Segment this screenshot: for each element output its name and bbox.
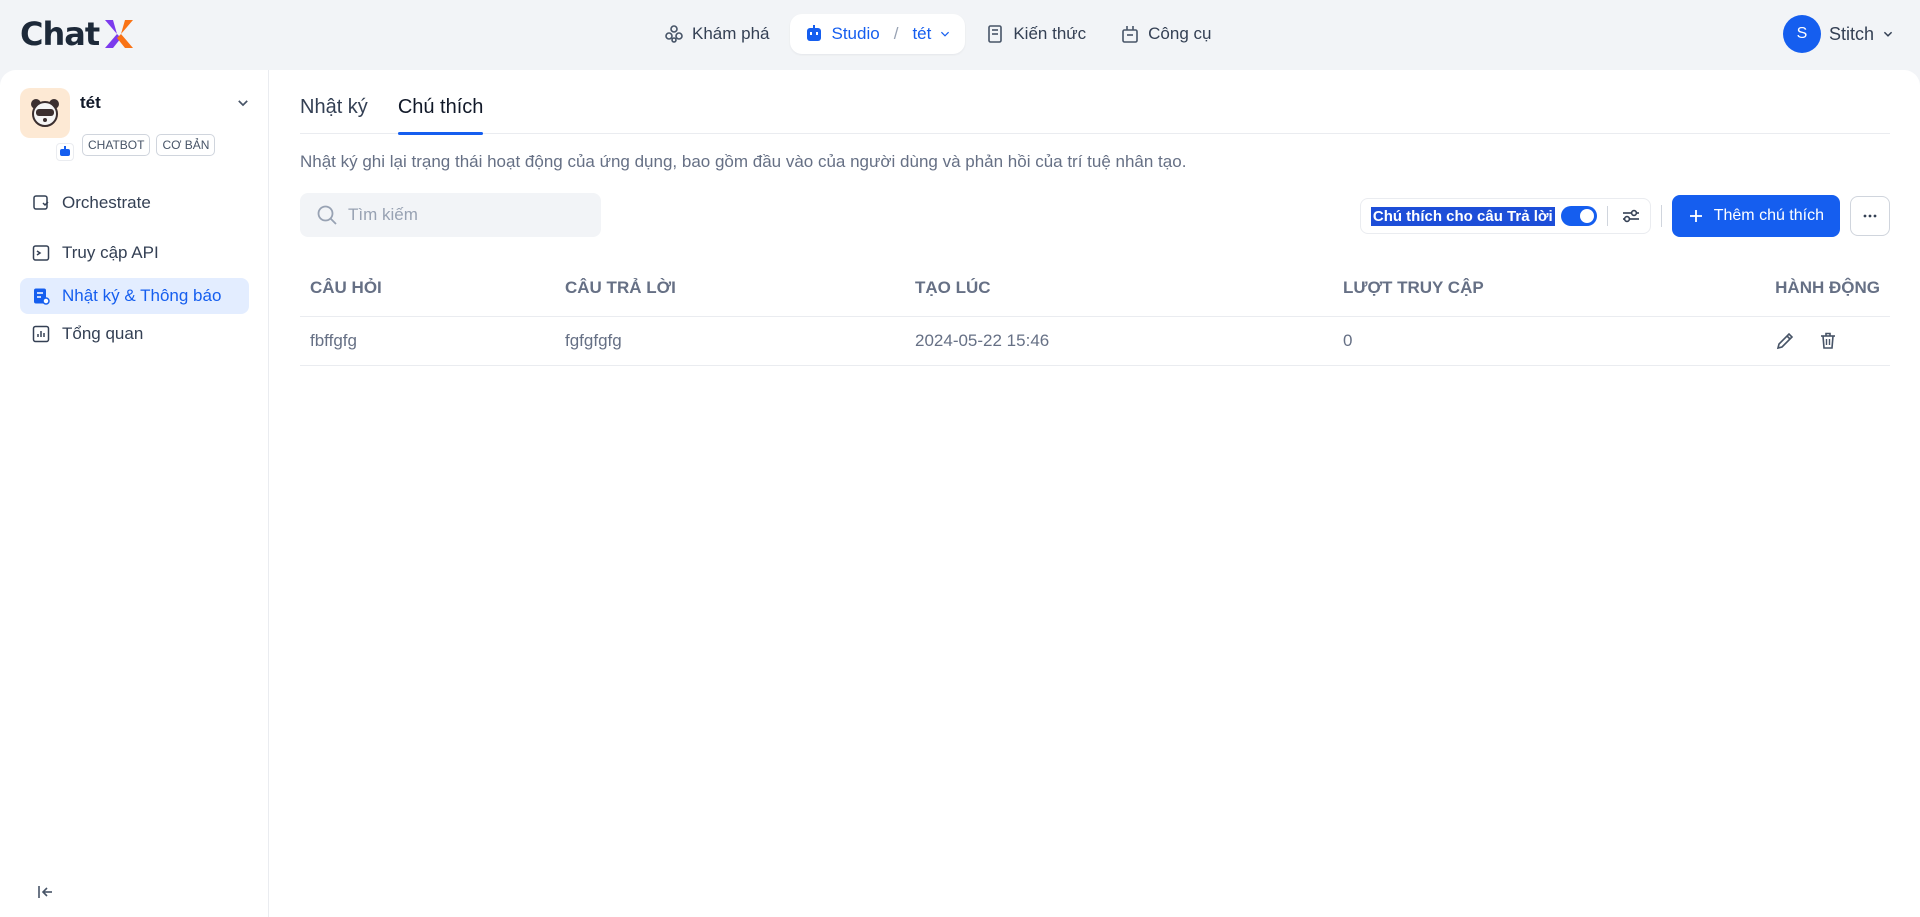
table-row[interactable]: fbffgfg fgfgfgfg 2024-05-22 15:46 0: [300, 316, 1890, 366]
nav-tools[interactable]: Công cụ: [1106, 14, 1225, 54]
bar-chart-icon: [32, 325, 50, 343]
log-file-icon: [34, 288, 50, 305]
toolbox-icon: [1122, 26, 1138, 43]
sidebar-item-label: Tổng quan: [62, 324, 144, 343]
plus-icon: [1689, 210, 1702, 222]
top-navigation: Chat Khám phá Studio / tét Kiến thức Côn…: [0, 0, 1920, 70]
bear-face-icon: [31, 99, 59, 127]
sidebar-item-overview[interactable]: Tổng quan: [20, 314, 249, 354]
nav-separator: /: [893, 24, 899, 43]
nav-studio-label: Studio: [831, 24, 880, 43]
tab-annotations[interactable]: Chú thích: [397, 88, 483, 135]
add-annotation-button[interactable]: Thêm chú thích: [1671, 195, 1840, 237]
edit-icon[interactable]: [1775, 331, 1795, 351]
sidebar-item-label: Orchestrate: [62, 193, 151, 212]
annotation-toolbar: Chú thích cho câu Trả lời Thêm chú thích: [1359, 195, 1890, 237]
sidebar-item-logs[interactable]: Nhật ký & Thông báo: [20, 278, 249, 314]
cell-answer: fgfgfgfg: [555, 316, 905, 366]
search-box[interactable]: [300, 193, 601, 237]
brand-logo[interactable]: Chat: [20, 14, 137, 54]
app-tags: Chatbot Cơ bản: [82, 134, 216, 156]
cell-created: 2024-05-22 15:46: [905, 316, 1333, 366]
brand-x-mark-icon: [105, 20, 134, 48]
search-icon: [317, 205, 337, 225]
app-type-tag: Chatbot: [82, 134, 151, 156]
sidebar-item-orchestrate[interactable]: Orchestrate: [20, 182, 249, 224]
annotation-settings-button[interactable]: [1618, 203, 1644, 229]
book-icon: [988, 25, 1003, 43]
app-avatar: [20, 88, 70, 138]
user-menu[interactable]: S Stitch: [1782, 15, 1894, 53]
sidebar-item-label: Truy cập API: [62, 243, 159, 262]
sidebar: tét Chatbot Cơ bản Orchestrate: [0, 70, 269, 917]
column-header-actions: Hành động: [1733, 260, 1890, 317]
nav-knowledge[interactable]: Kiến thức: [971, 14, 1100, 54]
nav-explore[interactable]: Khám phá: [650, 14, 784, 54]
avatar: S: [1782, 15, 1821, 53]
explore-icon: [665, 25, 683, 43]
annotations-table: Câu hỏi Câu trả lời Tạo lúc Lượt truy cậ…: [300, 260, 1890, 366]
user-name: Stitch: [1828, 23, 1874, 44]
page-description: Nhật ký ghi lại trạng thái hoạt động của…: [300, 152, 1187, 171]
nav-studio[interactable]: Studio / tét: [789, 14, 966, 54]
brand-name: Chat: [20, 15, 100, 53]
nav-tools-label: Công cụ: [1148, 24, 1212, 43]
sidebar-item-label: Nhật ký & Thông báo: [62, 286, 222, 305]
content-area: Nhật ký Chú thích Nhật ký ghi lại trạng …: [300, 70, 1890, 917]
terminal-icon: [32, 245, 50, 261]
annotation-reply-switch[interactable]: [1560, 206, 1597, 226]
delete-icon[interactable]: [1818, 331, 1838, 351]
annotation-reply-toggle-group: Chú thích cho câu Trả lời: [1359, 198, 1651, 234]
more-options-button[interactable]: [1850, 196, 1890, 236]
sliders-icon: [1622, 209, 1639, 223]
add-annotation-label: Thêm chú thích: [1713, 207, 1824, 224]
collapse-sidebar-icon[interactable]: [36, 883, 54, 901]
nav-explore-label: Khám phá: [692, 24, 770, 43]
annotation-reply-label: Chú thích cho câu Trả lời: [1370, 206, 1555, 226]
main-panel: tét Chatbot Cơ bản Orchestrate: [0, 70, 1920, 917]
chevron-down-icon: [941, 31, 950, 37]
column-header-question: Câu hỏi: [300, 260, 555, 317]
column-header-created: Tạo lúc: [905, 260, 1333, 317]
main-nav: Khám phá Studio / tét Kiến thức Công cụ: [650, 14, 1225, 54]
nav-studio-app[interactable]: tét: [912, 24, 931, 44]
nav-knowledge-label: Kiến thức: [1013, 24, 1087, 43]
cell-actions: [1733, 316, 1890, 366]
cell-question: fbffgfg: [300, 316, 555, 366]
more-horizontal-icon: [1863, 214, 1877, 218]
chatbot-badge-icon: [56, 143, 74, 161]
cell-hits: 0: [1333, 316, 1733, 366]
table-header-row: Câu hỏi Câu trả lời Tạo lúc Lượt truy cậ…: [300, 260, 1890, 317]
chevron-down-icon: [1883, 31, 1893, 37]
app-name: tét: [80, 93, 101, 112]
divider: [1660, 205, 1662, 227]
app-mode-tag: Cơ bản: [156, 134, 216, 156]
search-input[interactable]: [348, 205, 578, 225]
robot-icon: [806, 25, 821, 41]
tab-bar: Nhật ký Chú thích: [300, 88, 1890, 135]
column-header-hits: Lượt truy cập: [1333, 260, 1733, 317]
app-selector[interactable]: tét Chatbot Cơ bản: [20, 88, 250, 161]
sidebar-menu: Orchestrate Truy cập API Nhật ký & Thông…: [20, 182, 249, 354]
tab-logs[interactable]: Nhật ký: [300, 88, 368, 134]
chevron-down-icon[interactable]: [236, 96, 250, 110]
sidebar-item-api[interactable]: Truy cập API: [20, 224, 249, 274]
orchestrate-icon: [33, 195, 49, 210]
column-header-answer: Câu trả lời: [555, 260, 905, 317]
divider: [1606, 206, 1608, 226]
